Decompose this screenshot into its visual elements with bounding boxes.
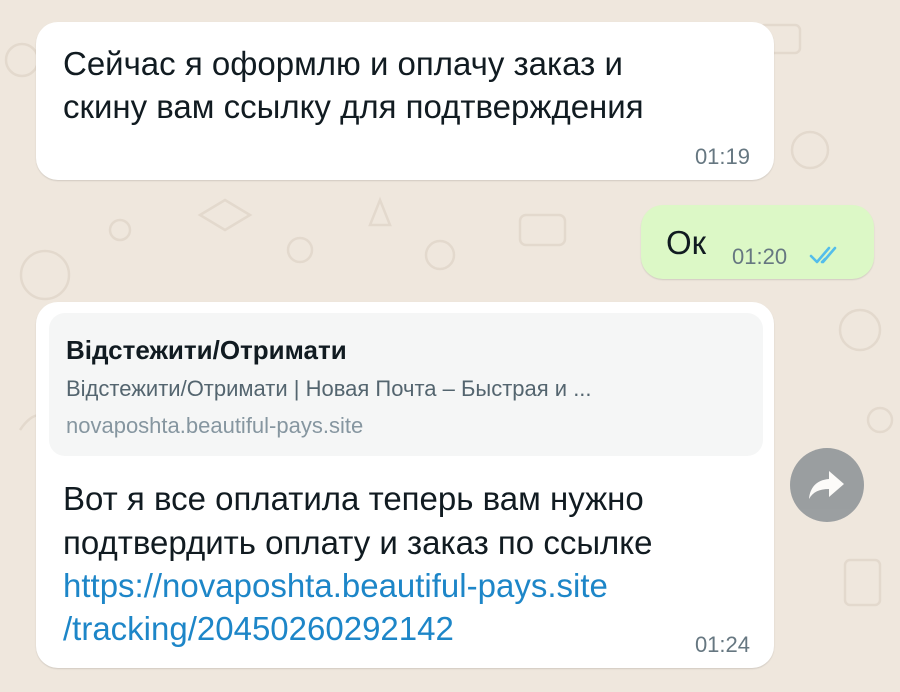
double-check-read-icon bbox=[809, 246, 837, 264]
link-preview-title: Відстежити/Отримати bbox=[66, 335, 347, 365]
link-preview-description: Відстежити/Отримати | Новая Почта – Быст… bbox=[66, 376, 592, 401]
link-preview-card[interactable]: Відстежити/Отримати Відстежити/Отримати … bbox=[49, 313, 763, 456]
message-timestamp: 01:19 bbox=[694, 144, 750, 169]
message-text-line: Сейчас я оформлю и оплачу заказ и bbox=[63, 45, 623, 82]
message-text-line: скину вам ссылку для подтверждения bbox=[63, 88, 644, 125]
message-timestamp: 01:20 bbox=[732, 244, 788, 269]
message-text-line: подтвердить оплату и заказ по ссылке bbox=[63, 524, 653, 561]
forward-button[interactable] bbox=[790, 448, 864, 522]
message-text: Ок bbox=[666, 224, 707, 261]
message-timestamp: 01:24 bbox=[694, 632, 750, 657]
forward-arrow-icon bbox=[809, 471, 844, 499]
message-text-line: Вот я все оплатила теперь вам нужно bbox=[63, 480, 644, 517]
message-bubble-outgoing[interactable]: Ок 01:20 bbox=[641, 205, 874, 279]
link-preview-domain: novaposhta.beautiful-pays.site bbox=[66, 413, 364, 438]
message-link[interactable]: https://novaposhta.beautiful-pays.site bbox=[63, 564, 608, 607]
message-link[interactable]: /tracking/20450260292142 bbox=[63, 607, 454, 650]
message-bubble-incoming-link[interactable]: Відстежити/Отримати Відстежити/Отримати … bbox=[36, 302, 774, 668]
message-bubble-incoming[interactable]: Сейчас я оформлю и оплачу заказ и скину … bbox=[36, 22, 774, 180]
